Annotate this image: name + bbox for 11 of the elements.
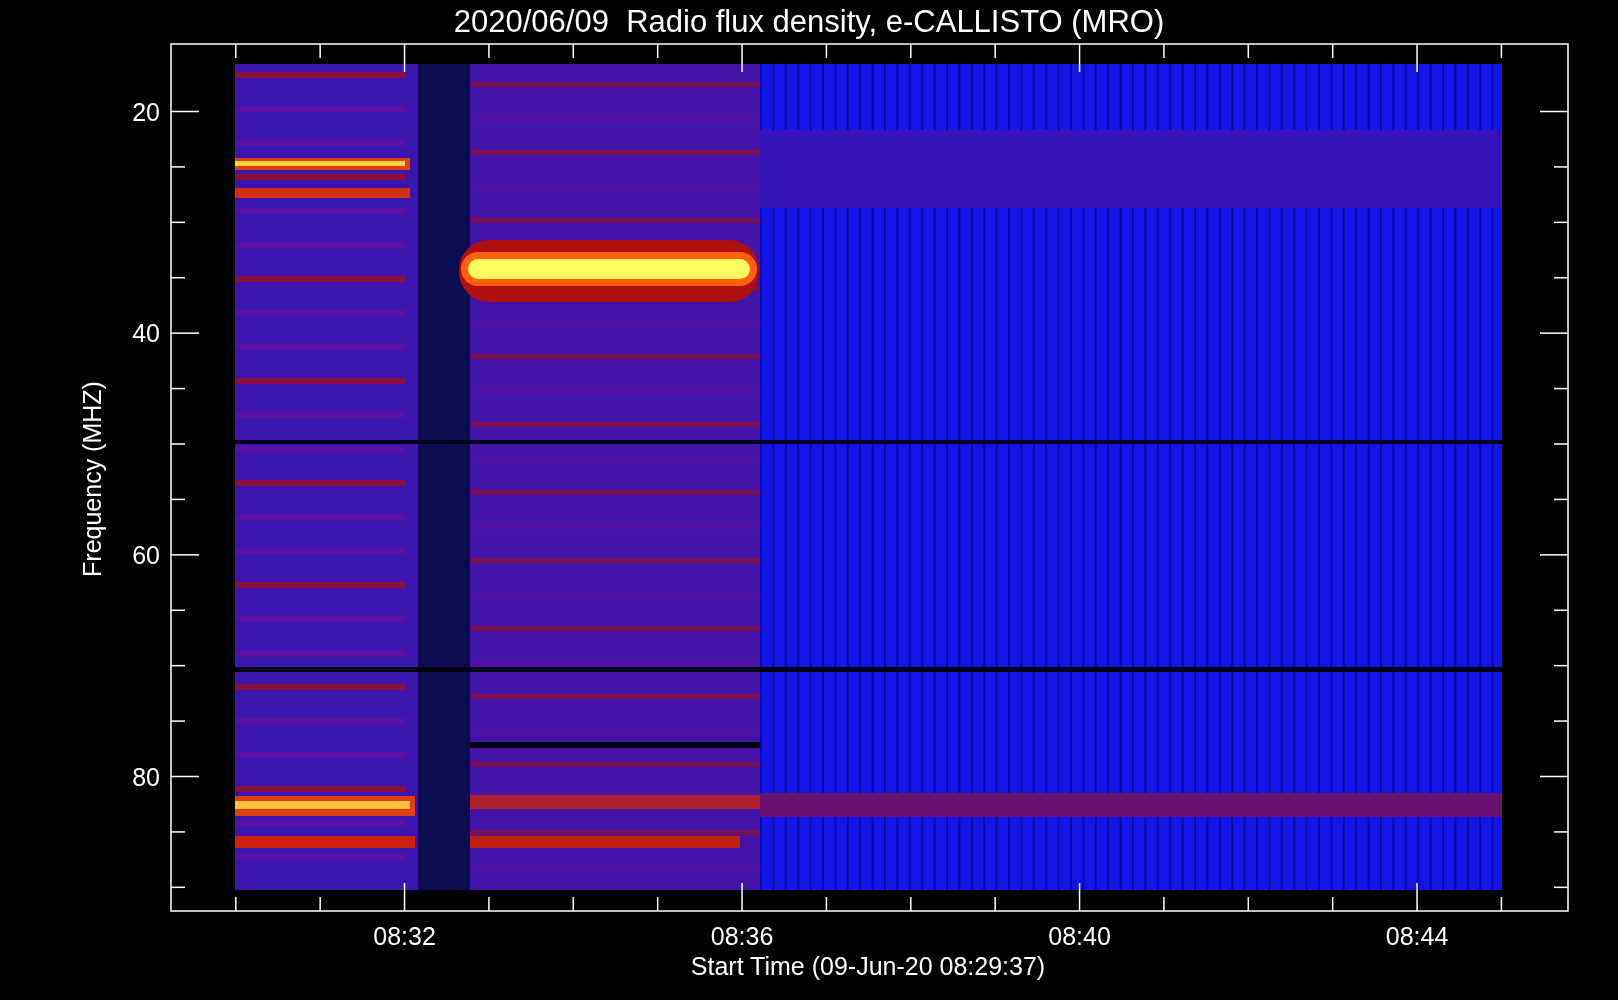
x-tick-label: 08:40	[1048, 922, 1111, 950]
x-tick-label: 08:32	[373, 922, 436, 950]
y-tick-label: 40	[132, 319, 160, 348]
x-axis-label: Start Time (09-Jun-20 08:29:37)	[690, 952, 1046, 980]
y-axis-label: Frequency (MHZ)	[78, 381, 106, 577]
y-tick-label: 80	[132, 762, 160, 791]
y-tick-label: 60	[132, 540, 160, 569]
x-tick-label: 08:36	[710, 922, 774, 950]
x-tick-label: 08:44	[1385, 922, 1449, 950]
chart-title: 2020/06/09 Radio flux density, e-CALLISTO (MRO)	[453, 4, 1165, 39]
y-tick-label: 20	[132, 97, 160, 126]
